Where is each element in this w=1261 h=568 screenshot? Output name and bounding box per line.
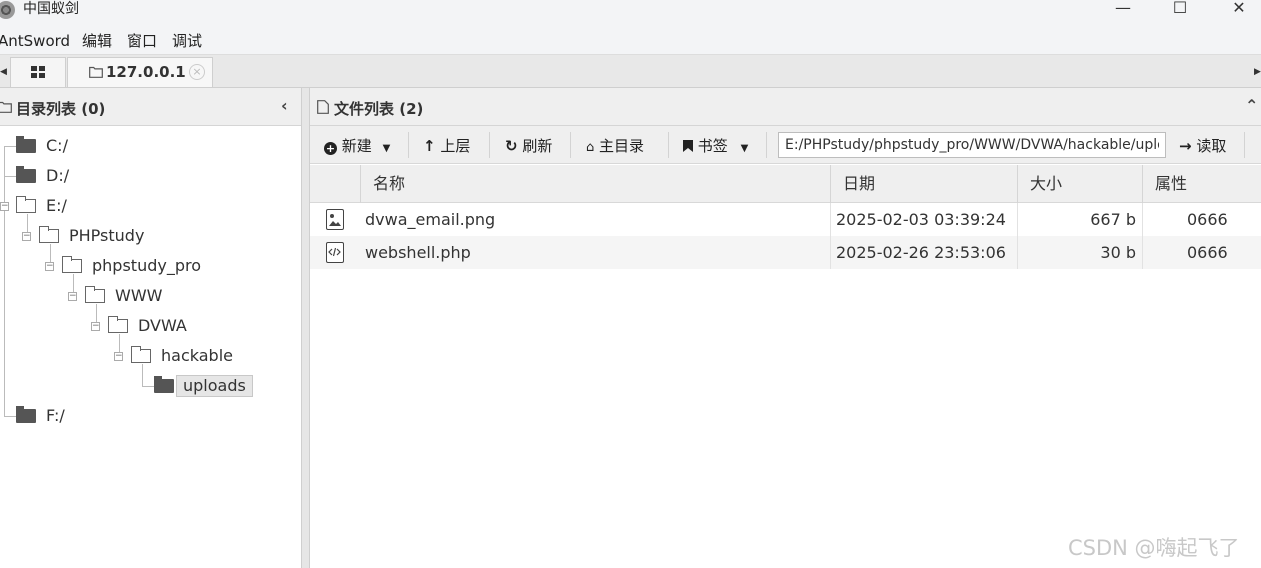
tree-node-phpstudy[interactable]: PHPstudy xyxy=(38,224,144,248)
antsword-logo-icon xyxy=(0,1,15,19)
column-attr[interactable]: 属性 xyxy=(1142,165,1261,203)
grid-icon xyxy=(31,66,45,78)
table-row[interactable]: webshell.php 2025-02-26 23:53:06 30 b 06… xyxy=(310,236,1261,269)
menu-antsword[interactable]: AntSword xyxy=(0,32,70,50)
tree-node-hackable[interactable]: hackable xyxy=(130,344,233,368)
collapse-dvwa-icon[interactable]: − xyxy=(91,322,100,331)
folder-open-icon xyxy=(61,256,82,273)
collapse-up-icon[interactable]: ⌃ xyxy=(1245,96,1258,115)
table-row[interactable]: dvwa_email.png 2025-02-03 03:39:24 667 b… xyxy=(310,203,1261,236)
bookmark-button[interactable]: 书签 ▼ xyxy=(683,135,748,156)
folder-open-icon xyxy=(130,346,151,363)
folder-icon xyxy=(0,101,12,113)
file-attr: 0666 xyxy=(1187,243,1228,262)
collapse-www-icon[interactable]: − xyxy=(68,292,77,301)
folder-closed-icon xyxy=(16,406,36,423)
tab-bar: ◀ 127.0.0.1 × ▶ xyxy=(0,55,1261,88)
home-icon: ⌂ xyxy=(586,140,595,155)
tab-close-icon[interactable]: × xyxy=(189,64,205,80)
directory-panel-header: 目录列表 (0) ‹ xyxy=(0,88,301,126)
directory-panel: 目录列表 (0) ‹ − − − − − − C:/ D:/ E:/ PHPst… xyxy=(0,88,302,568)
file-toolbar: + 新建 ▼ ↑ 上层 ↻ 刷新 ⌂ 主目录 书签 ▼ → 读取 xyxy=(310,126,1261,164)
collapse-phpstudy-pro-icon[interactable]: − xyxy=(45,262,54,271)
directory-panel-title: 目录列表 (0) xyxy=(16,100,106,118)
collapse-left-icon[interactable]: ‹ xyxy=(281,96,288,115)
caret-down-icon: ▼ xyxy=(382,143,391,154)
column-name[interactable]: 名称 xyxy=(360,165,830,203)
tree-node-uploads[interactable]: uploads xyxy=(154,374,253,398)
file-size: 30 b xyxy=(1100,243,1136,262)
file-panel-header: 文件列表 (2) ⌃ xyxy=(310,88,1261,126)
tree-node-d[interactable]: D:/ xyxy=(16,164,69,188)
file-attr: 0666 xyxy=(1187,210,1228,229)
up-button[interactable]: ↑ 上层 xyxy=(423,135,470,156)
collapse-phpstudy-icon[interactable]: − xyxy=(22,232,31,241)
folder-open-icon xyxy=(84,286,105,303)
read-button[interactable]: → 读取 xyxy=(1179,135,1226,156)
new-button[interactable]: + 新建 ▼ xyxy=(324,135,390,156)
folder-icon xyxy=(89,66,103,78)
directory-tree: − − − − − − C:/ D:/ E:/ PHPstudy phpstud… xyxy=(0,126,302,566)
bookmark-icon xyxy=(683,140,693,152)
file-date: 2025-02-03 03:39:24 xyxy=(836,210,1006,229)
collapse-hackable-icon[interactable]: − xyxy=(114,352,123,361)
caret-down-icon: ▼ xyxy=(740,143,749,154)
column-date[interactable]: 日期 xyxy=(830,165,1017,203)
code-file-icon xyxy=(326,242,344,263)
tab-scroll-left-icon[interactable]: ◀ xyxy=(0,67,7,77)
maximize-button[interactable]: ☐ xyxy=(1160,0,1200,18)
window-title: 中国蚁剑 xyxy=(23,1,79,17)
folder-closed-icon xyxy=(154,376,174,393)
tree-node-e[interactable]: E:/ xyxy=(15,194,67,218)
file-panel: 文件列表 (2) ⌃ + 新建 ▼ ↑ 上层 ↻ 刷新 ⌂ 主目录 书签 ▼ E… xyxy=(310,88,1261,568)
panel-splitter[interactable] xyxy=(302,88,310,568)
file-date: 2025-02-26 23:53:06 xyxy=(836,243,1006,262)
home-button[interactable]: ⌂ 主目录 xyxy=(586,135,644,156)
file-name: dvwa_email.png xyxy=(365,210,496,229)
minimize-button[interactable]: — xyxy=(1103,0,1143,18)
file-name: webshell.php xyxy=(365,243,471,262)
refresh-button[interactable]: ↻ 刷新 xyxy=(505,135,552,156)
collapse-e-icon[interactable]: − xyxy=(0,202,9,211)
file-size: 667 b xyxy=(1090,210,1136,229)
path-input[interactable] xyxy=(778,132,1166,158)
tree-node-dvwa[interactable]: DVWA xyxy=(107,314,187,338)
tab-home[interactable] xyxy=(10,57,66,87)
close-button[interactable]: ✕ xyxy=(1219,0,1259,18)
folder-closed-icon xyxy=(16,136,36,153)
menu-window[interactable]: 窗口 xyxy=(127,32,157,50)
image-file-icon xyxy=(326,209,344,230)
menu-edit[interactable]: 编辑 xyxy=(82,32,112,50)
folder-open-icon xyxy=(38,226,59,243)
refresh-icon: ↻ xyxy=(505,137,518,155)
watermark: CSDN @嗨起飞了 xyxy=(1068,536,1240,560)
tab-host[interactable]: 127.0.0.1 × xyxy=(67,57,213,87)
title-bar: 中国蚁剑 — ☐ ✕ xyxy=(0,0,1261,28)
file-panel-title: 文件列表 (2) xyxy=(334,100,424,118)
tree-node-www[interactable]: WWW xyxy=(84,284,162,308)
menu-debug[interactable]: 调试 xyxy=(172,32,202,50)
arrow-right-icon: → xyxy=(1179,137,1192,155)
folder-open-icon xyxy=(15,196,36,213)
folder-open-icon xyxy=(107,316,128,333)
file-grid-header: 名称 日期 大小 属性 xyxy=(310,165,1261,203)
tree-node-f[interactable]: F:/ xyxy=(16,404,65,428)
tab-host-label: 127.0.0.1 xyxy=(106,63,186,81)
tree-node-phpstudy-pro[interactable]: phpstudy_pro xyxy=(61,254,201,278)
menu-bar: AntSword 编辑 窗口 调试 xyxy=(0,28,1261,55)
arrow-up-icon: ↑ xyxy=(423,137,436,155)
plus-circle-icon: + xyxy=(324,142,337,155)
folder-closed-icon xyxy=(16,166,36,183)
tree-node-c[interactable]: C:/ xyxy=(16,134,68,158)
column-size[interactable]: 大小 xyxy=(1017,165,1142,203)
tab-scroll-right-icon[interactable]: ▶ xyxy=(1254,67,1261,77)
file-icon xyxy=(317,100,329,114)
